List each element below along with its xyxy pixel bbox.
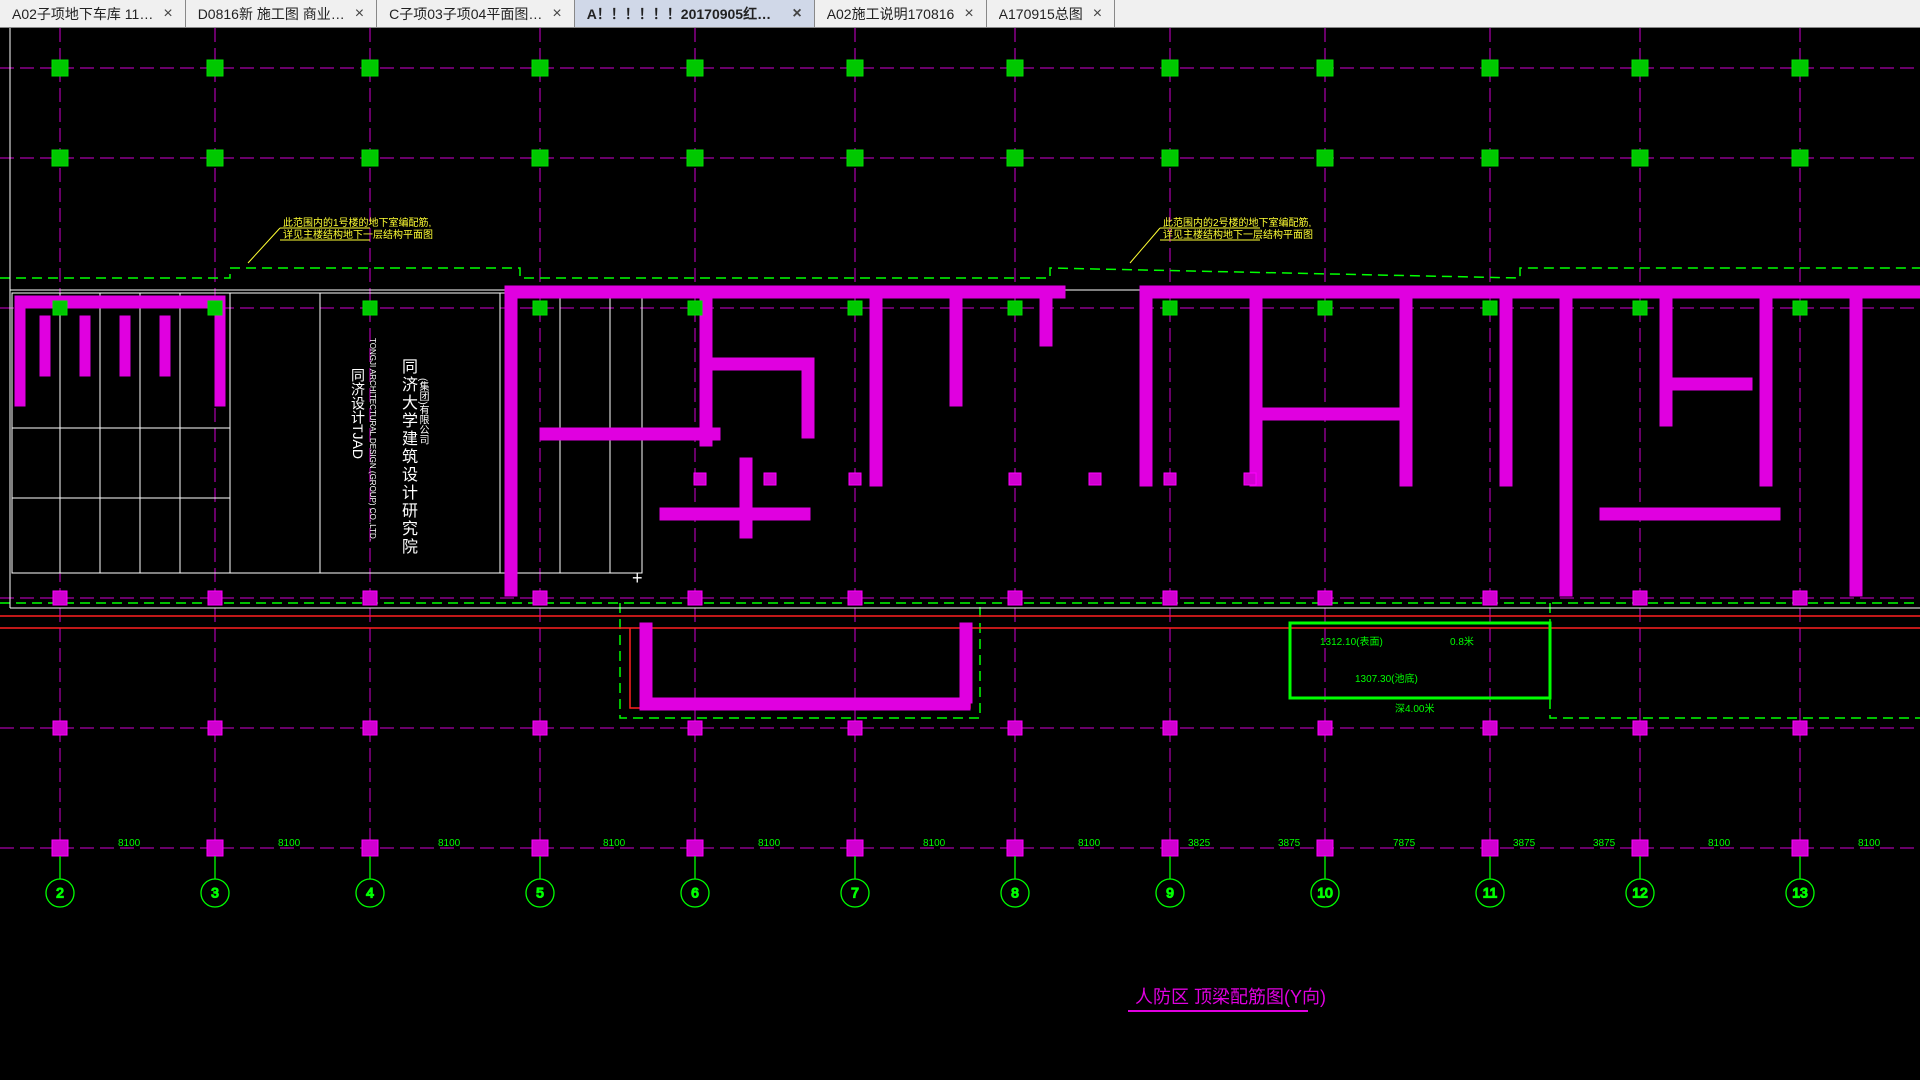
dimension-value: 8100 <box>1858 838 1880 849</box>
grid-bubble-label: 8 <box>1011 885 1019 901</box>
pit-top-elevation: 1312.10(表面) <box>1320 633 1383 648</box>
crosshair-cursor: + <box>632 568 643 589</box>
grid-bubble-label: 7 <box>851 885 859 901</box>
dimension-value: 8100 <box>758 838 780 849</box>
dimension-value: 8100 <box>1078 838 1100 849</box>
grid-bubble-label: 9 <box>1166 885 1174 901</box>
tab-label: D0816新 施工图 商业… <box>198 4 345 24</box>
grid-bubble-label: 11 <box>1483 885 1498 901</box>
tab-label: A02子项地下车库 11… <box>12 4 153 24</box>
dimension-value: 7875 <box>1393 838 1415 849</box>
drawing-canvas[interactable]: 2 3 4 5 6 7 8 9 10 11 12 13 + 此范围内的1号楼的地下室编配筋, 详见主楼… <box>0 28 1920 1080</box>
note-line: 此范围内的2号楼的地下室编配筋, <box>1163 218 1313 230</box>
tab-a02-note[interactable]: A02施工说明170816 × <box>815 0 987 27</box>
note-line: 此范围内的1号楼的地下室编配筋, <box>283 218 433 230</box>
tab-honghe[interactable]: A！！！！！！20170905红河… × <box>575 0 815 27</box>
pit-depth: 深4.00米 <box>1395 700 1434 715</box>
title-underline <box>1128 1010 1308 1012</box>
tab-label: C子项03子项04平面图… <box>389 4 542 24</box>
dimension-value: 8100 <box>923 838 945 849</box>
grid-bubble-label: 6 <box>691 885 699 901</box>
firm-brand: 同济设计TJAD <box>348 368 368 459</box>
tab-label: A170915总图 <box>999 4 1083 24</box>
dimension-value: 3875 <box>1593 838 1615 849</box>
note-line: 详见主楼结构地下一层结构平面图 <box>1163 230 1313 242</box>
close-icon[interactable]: × <box>163 5 172 23</box>
dimension-value: 8100 <box>1708 838 1730 849</box>
firm-name-2: (集团)有限公司 <box>415 378 430 445</box>
dimension-value: 3875 <box>1278 838 1300 849</box>
firm-name-en: TONGJI ARCHITECTURAL DESIGN (GROUP) CO.,… <box>368 338 377 541</box>
pit-bottom-elevation: 1307.30(池底) <box>1355 670 1418 685</box>
grid-bubble-label: 12 <box>1632 885 1648 901</box>
grid-bubble-label: 13 <box>1792 885 1808 901</box>
dimension-value: 8100 <box>603 838 625 849</box>
close-icon[interactable]: × <box>792 5 801 23</box>
note-left: 此范围内的1号楼的地下室编配筋, 详见主楼结构地下一层结构平面图 <box>283 218 433 242</box>
tab-label: A！！！！！！20170905红河… <box>587 4 783 24</box>
pit-side: 0.8米 <box>1450 633 1474 648</box>
tab-d0816[interactable]: D0816新 施工图 商业… × <box>186 0 377 27</box>
dimension-value: 3825 <box>1188 838 1210 849</box>
grid-bubble-label: 5 <box>536 885 544 901</box>
tab-label: A02施工说明170816 <box>827 4 955 24</box>
dimension-value: 8100 <box>118 838 140 849</box>
close-icon[interactable]: × <box>964 5 973 23</box>
close-icon[interactable]: × <box>355 5 364 23</box>
document-tabs: A02子项地下车库 11… × D0816新 施工图 商业… × C子项03子项… <box>0 0 1920 28</box>
dimension-value: 3875 <box>1513 838 1535 849</box>
tab-c-sub[interactable]: C子项03子项04平面图… × <box>377 0 575 27</box>
cad-drawing: 2 3 4 5 6 7 8 9 10 11 12 13 <box>0 28 1920 1080</box>
close-icon[interactable]: × <box>1093 5 1102 23</box>
note-right: 此范围内的2号楼的地下室编配筋, 详见主楼结构地下一层结构平面图 <box>1163 218 1313 242</box>
tab-a02-garage[interactable]: A02子项地下车库 11… × <box>0 0 186 27</box>
note-line: 详见主楼结构地下一层结构平面图 <box>283 230 433 242</box>
grid-bubble-label: 10 <box>1317 885 1333 901</box>
tab-a170915[interactable]: A170915总图 × <box>987 0 1115 27</box>
grid-bubble-label: 2 <box>56 885 64 901</box>
dimension-value: 8100 <box>278 838 300 849</box>
close-icon[interactable]: × <box>552 5 561 23</box>
grid-bubble-label: 4 <box>366 885 374 901</box>
dimension-value: 8100 <box>438 838 460 849</box>
drawing-title: 人防区 顶梁配筋图(Y向) <box>1135 983 1326 1009</box>
grid-bubble-label: 3 <box>211 885 219 901</box>
